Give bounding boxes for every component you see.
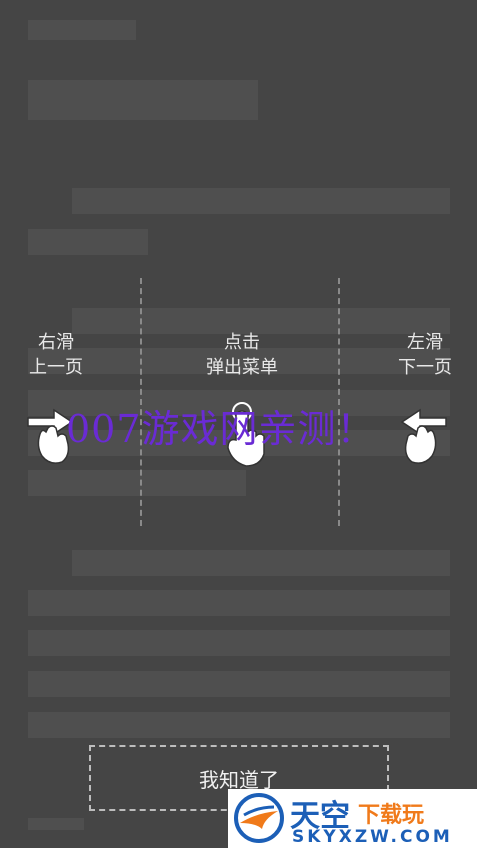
placeholder-line [28,470,246,496]
left-zone-label: 右滑 上一页 [18,330,94,380]
right-zone-action: 下一页 [398,357,452,378]
placeholder-line [72,188,450,214]
center-zone-action: 弹出菜单 [206,357,278,378]
swipe-left-hand-icon [400,408,447,464]
placeholder-line [28,590,450,616]
logo-url-text: SKYXZW.COM [292,827,453,847]
placeholder-line [28,80,258,120]
placeholder-line [28,229,148,255]
right-zone-gesture: 左滑 [407,332,443,353]
logo-sub-text: 下载玩 [358,803,425,828]
placeholder-line [28,818,84,830]
placeholder-line [28,671,450,697]
left-zone-gesture: 右滑 [38,332,74,353]
placeholder-line [28,20,136,40]
placeholder-line [28,712,450,738]
placeholder-line [72,550,450,576]
right-zone-label: 左滑 下一页 [386,330,464,380]
center-zone-gesture: 点击 [224,332,260,353]
placeholder-line [28,630,450,656]
site-logo: 天空 下载玩 SKYXZW.COM [228,789,477,848]
left-zone-action: 上一页 [29,357,83,378]
center-zone-label: 点击 弹出菜单 [190,330,294,380]
plane-logo-icon [234,793,284,843]
watermark-text: 007游戏网亲测！ [66,407,376,451]
